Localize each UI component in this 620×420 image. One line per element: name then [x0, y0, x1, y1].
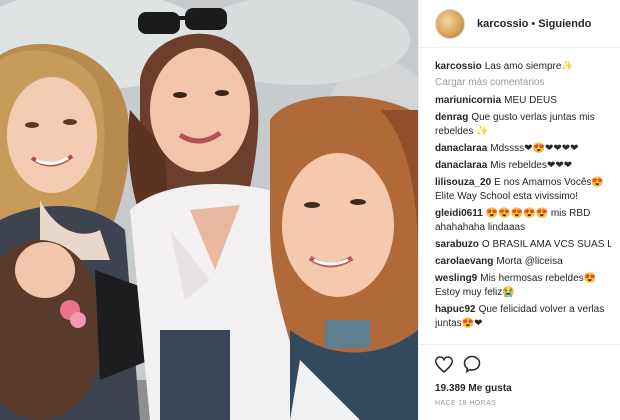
caption: karcossio Las amo siempre✨	[435, 60, 611, 74]
speech-bubble-icon	[463, 355, 481, 373]
comment-username[interactable]: sarabuzo	[435, 239, 479, 250]
comment-username[interactable]: carolaevang	[435, 256, 493, 267]
comment-item: wesling9 Mis hermosas rebeldes😍 Estoy muy…	[435, 272, 611, 300]
comment-text: Morta @liceisa	[496, 256, 563, 267]
load-more-comments-link[interactable]: Cargar más comentarios	[435, 77, 611, 88]
comment-text: Mdssss❤😍❤❤❤❤	[490, 143, 579, 154]
comment-username[interactable]: denrag	[435, 112, 468, 123]
avatar[interactable]	[435, 8, 465, 39]
comment-item: hapuc92 Que felicidad volver a verlas jun…	[435, 303, 611, 331]
comment-username[interactable]: wesling9	[435, 273, 477, 284]
comment-username[interactable]: lilisouza_20	[435, 177, 491, 188]
comment-username[interactable]: danaclaraa	[435, 143, 487, 154]
comment-button[interactable]	[459, 351, 485, 377]
comment-item: carolaevang Morta @liceisa	[435, 255, 611, 269]
post-header: karcossio • Siguiendo	[419, 0, 620, 48]
comment-item: danaclaraa Mdssss❤😍❤❤❤❤	[435, 142, 611, 156]
action-icons	[435, 351, 605, 377]
comment-item: gleidi0611 😍😍😍😍😍 mis RBD ahahahaha lindaa…	[435, 207, 611, 235]
header-separator: •	[531, 17, 536, 30]
post-sidebar: karcossio • Siguiendo karcossio Las amo s…	[418, 0, 620, 420]
comments-list[interactable]: karcossio Las amo siempre✨ Cargar más com…	[419, 60, 620, 342]
comment-text: MEU DEUS	[504, 95, 557, 106]
comment-item: danaclaraa Mis rebeldes❤❤❤	[435, 159, 611, 173]
comment-username[interactable]: gleidi0611	[435, 208, 483, 219]
comment-username[interactable]: mariunicornia	[435, 95, 501, 106]
post-actions: 19.389 Me gusta HACE 18 HORAS	[419, 344, 620, 420]
follow-status-button[interactable]: Siguiendo	[538, 18, 591, 30]
comment-text: Mis rebeldes❤❤❤	[490, 160, 573, 171]
comment-item: lilisouza_20 E nos Amamos Vocês😍 Elite Wa…	[435, 176, 611, 204]
comment-username[interactable]: danaclaraa	[435, 160, 487, 171]
comment-username[interactable]: hapuc92	[435, 304, 476, 315]
caption-text: Las amo siempre✨	[484, 61, 574, 72]
comment-item: denrag Que gusto verlas juntas mis rebeld…	[435, 111, 611, 139]
post-timestamp: HACE 18 HORAS	[435, 400, 497, 407]
like-button[interactable]	[431, 351, 457, 377]
heart-outline-icon	[435, 355, 453, 373]
comment-item: sarabuzoO BRASIL AMA VCS SUAS LINDAS	[435, 238, 611, 252]
comment-text: O BRASIL AMA VCS SUAS LINDAS	[481, 239, 611, 250]
selfie-image	[0, 0, 418, 420]
comment-item: mariunicornia MEU DEUS	[435, 94, 611, 108]
likes-count[interactable]: 19.389 Me gusta	[435, 383, 605, 394]
caption-username[interactable]: karcossio	[435, 61, 482, 72]
post-photo[interactable]	[0, 0, 418, 420]
header-username[interactable]: karcossio	[477, 18, 528, 30]
